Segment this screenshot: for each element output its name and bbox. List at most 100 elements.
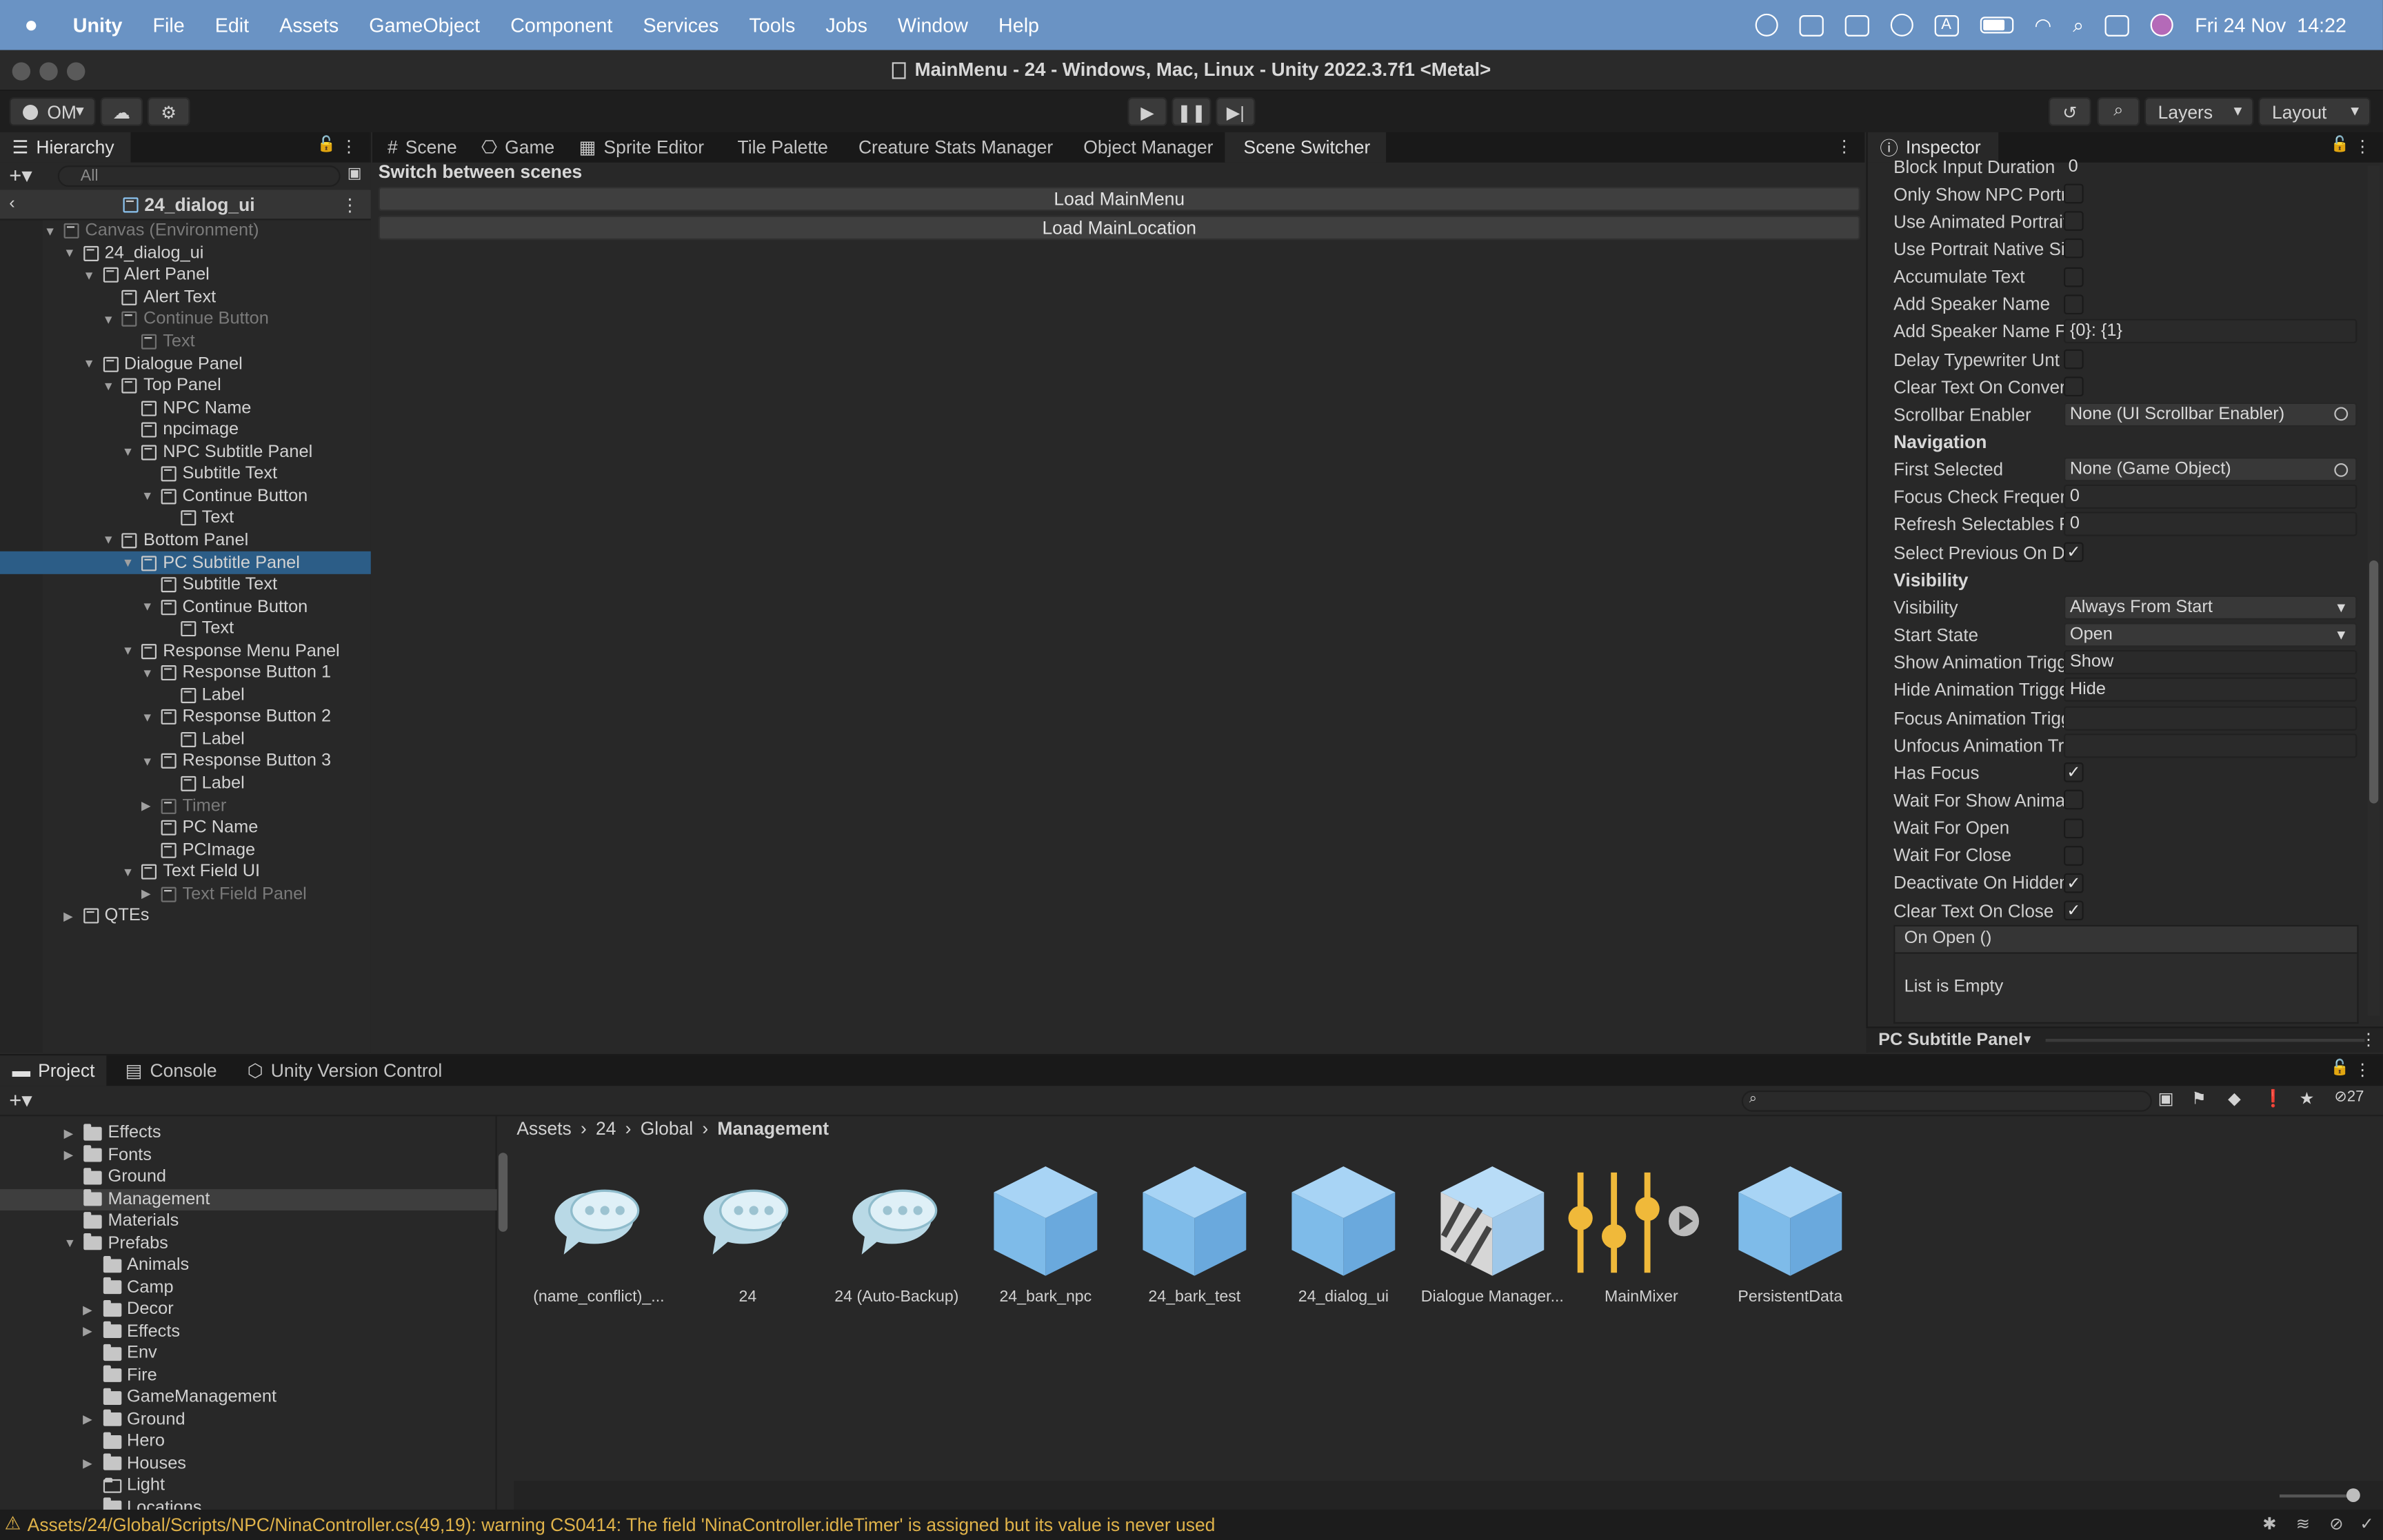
folder-tree-scrollbar[interactable] [497, 1122, 510, 1505]
menu-help[interactable]: Help [998, 14, 1039, 37]
hierarchy-item[interactable]: Text [0, 618, 371, 640]
inspector-field-value[interactable] [2064, 733, 2357, 758]
selected-object-dropdown[interactable]: PC Subtitle Panel [1878, 1031, 2023, 1049]
hierarchy-item[interactable]: ▼ Bottom Panel [0, 529, 371, 551]
menu-app[interactable]: Unity [73, 14, 123, 37]
more-icon[interactable]: ⋮ [341, 136, 357, 156]
hierarchy-item[interactable]: ▶ Timer [0, 795, 371, 817]
collapse-arrow-icon[interactable]: ▶ [83, 1303, 98, 1317]
asset-item[interactable]: MainMixer [1568, 1160, 1715, 1312]
hierarchy-item[interactable]: ▼ Dialogue Panel [0, 353, 371, 375]
slider-handle[interactable] [2346, 1488, 2360, 1502]
hierarchy-item[interactable]: ▼ Response Button 1 [0, 662, 371, 685]
project-folder[interactable]: Hero [0, 1430, 497, 1452]
step-button[interactable]: ▶| [1216, 97, 1256, 126]
menu-jobs[interactable]: Jobs [825, 14, 867, 37]
hierarchy-item[interactable]: ▼ Alert Panel [0, 265, 371, 287]
inspector-checkbox[interactable] [2064, 818, 2084, 838]
play-button[interactable]: ▶ [1127, 97, 1167, 126]
object-picker-icon[interactable] [2334, 463, 2349, 477]
hierarchy-item[interactable]: npcimage [0, 419, 371, 441]
menu-edit[interactable]: Edit [215, 14, 249, 37]
inspector-field-value[interactable]: None (UI Scrollbar Enabler) [2064, 402, 2357, 427]
expand-arrow-icon[interactable]: ▼ [63, 247, 79, 261]
siri-icon[interactable] [2151, 13, 2174, 37]
cache-icon[interactable]: ⊘ [2329, 1514, 2343, 1534]
hierarchy-item[interactable]: Subtitle Text [0, 574, 371, 596]
project-folder[interactable]: Light [0, 1475, 497, 1497]
lock-icon[interactable]: 🔓 [317, 136, 336, 153]
input-source-icon[interactable]: A [1933, 14, 1959, 36]
on-open-event-header[interactable]: On Open () [1893, 924, 2359, 954]
label-filter-icon[interactable]: ◆ [2228, 1089, 2241, 1108]
hierarchy-item[interactable]: ▼ Continue Button [0, 309, 371, 331]
breadcrumb-management[interactable]: Management [717, 1118, 829, 1139]
expand-arrow-icon[interactable]: ▼ [141, 667, 157, 680]
minimize-window-icon[interactable] [39, 62, 58, 81]
bug-icon[interactable]: ✱ [2262, 1514, 2276, 1534]
hierarchy-item[interactable]: Label [0, 773, 371, 795]
hierarchy-item[interactable]: Label [0, 685, 371, 707]
cloud-button[interactable]: ☁ [100, 97, 143, 126]
hidden-packages-icon[interactable]: ⊘27 [2334, 1089, 2364, 1106]
project-folder[interactable]: ▶ Effects [0, 1321, 497, 1343]
project-folder[interactable]: Animals [0, 1255, 497, 1277]
layers-dropdown[interactable]: Layers ▼ [2144, 97, 2254, 126]
back-arrow-icon[interactable]: ‹ [9, 194, 14, 212]
expand-arrow-icon[interactable]: ▼ [141, 711, 157, 725]
hierarchy-item[interactable]: PCImage [0, 839, 371, 861]
more-icon[interactable]: ⋮ [2360, 1030, 2377, 1049]
icon-size-slider[interactable] [2280, 1494, 2356, 1498]
hierarchy-item[interactable]: Text [0, 331, 371, 353]
expand-arrow-icon[interactable]: ▼ [44, 225, 59, 239]
inspector-checkbox[interactable] [2064, 349, 2084, 369]
expand-arrow-icon[interactable]: ▼ [141, 600, 157, 614]
project-folder[interactable]: Ground [0, 1166, 497, 1188]
hierarchy-item[interactable]: ▼ Text Field UI [0, 861, 371, 883]
hierarchy-item[interactable]: NPC Name [0, 397, 371, 419]
footer-splitter[interactable] [2045, 1038, 2365, 1042]
wifi-icon[interactable]: ◠ [2034, 13, 2051, 37]
expand-arrow-icon[interactable]: ▼ [64, 1237, 79, 1250]
hierarchy-item[interactable]: ▼ Response Button 3 [0, 751, 371, 773]
load-mainlocation-button[interactable]: Load MainLocation [378, 215, 1860, 241]
hierarchy-item[interactable]: Subtitle Text [0, 463, 371, 485]
inspector-scrollbar[interactable] [2367, 165, 2380, 1016]
tab-hierarchy[interactable]: ☰ Hierarchy [0, 132, 131, 163]
expand-arrow-icon[interactable]: ▼ [103, 534, 118, 547]
add-icon[interactable]: +▾ [9, 163, 32, 188]
expand-arrow-icon[interactable]: ▼ [122, 865, 137, 879]
hierarchy-item[interactable]: ▼ Canvas (Environment) [0, 220, 371, 242]
tab-project[interactable]: ▬ Project [0, 1055, 108, 1086]
hierarchy-item[interactable]: ▼ Top Panel [0, 375, 371, 397]
tab-creature-stats-manager[interactable]: Creature Stats Manager [841, 132, 1065, 163]
project-search-input[interactable]: ⌕ [1741, 1090, 2152, 1112]
check-status-icon[interactable]: ✓ [2360, 1514, 2373, 1534]
project-folder[interactable]: Camp [0, 1277, 497, 1299]
expand-arrow-icon[interactable]: ▼ [122, 556, 137, 569]
inspector-checkbox[interactable] [2064, 239, 2084, 259]
menu-gameobject[interactable]: GameObject [369, 14, 480, 37]
asset-item[interactable]: 24 (Auto-Backup) [824, 1160, 970, 1312]
inspector-field-value[interactable] [2064, 705, 2357, 730]
asset-item[interactable]: 24_bark_npc [973, 1160, 1119, 1312]
telegram-icon[interactable] [1754, 13, 1778, 37]
inspector-checkbox[interactable] [2064, 211, 2084, 232]
project-folder[interactable]: ▶ Effects [0, 1122, 497, 1144]
tab-tile-palette[interactable]: Tile Palette [716, 132, 841, 163]
asset-item[interactable]: 24_dialog_ui [1271, 1160, 1417, 1312]
expand-arrow-icon[interactable]: ▼ [83, 269, 98, 283]
apple-icon[interactable]: ● [24, 12, 54, 38]
search-by-label-icon[interactable]: ⚑ [2191, 1089, 2206, 1108]
inspector-field-value[interactable]: Show [2064, 650, 2357, 675]
inspector-field-value[interactable]: Always From Start ▼ [2064, 595, 2357, 620]
inspector-checkbox[interactable] [2064, 845, 2084, 866]
hierarchy-item[interactable]: PC Name [0, 817, 371, 839]
expand-arrow-icon[interactable]: ▼ [141, 755, 157, 769]
breadcrumb-global[interactable]: Global [641, 1118, 693, 1139]
project-folder[interactable]: Materials [0, 1210, 497, 1233]
project-folder[interactable]: Management [0, 1188, 497, 1210]
tab-unity-version-control[interactable]: ⬡ Unity Version Control [229, 1055, 454, 1086]
log-filter-icon[interactable]: ❗ [2263, 1089, 2284, 1108]
scrollbar-thumb[interactable] [2369, 560, 2379, 804]
